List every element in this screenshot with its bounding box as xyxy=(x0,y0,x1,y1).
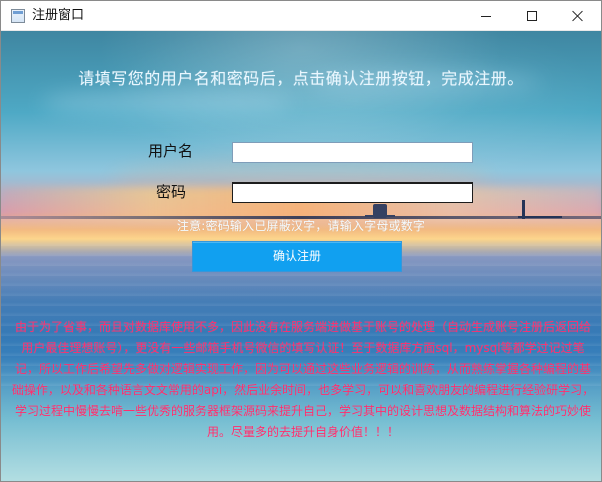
content-area: 请填写您的用户名和密码后，点击确认注册按钮，完成注册。 用户名 密码 注意:密码… xyxy=(1,31,601,481)
description-paragraph: 由于为了省事，而且对数据库使用不多，因此没有在服务端进做基于账号的处理（自动生成… xyxy=(11,320,595,439)
title-bar[interactable]: 注册窗口 xyxy=(1,1,601,31)
close-button[interactable] xyxy=(555,1,601,31)
password-label: 密码 xyxy=(156,183,187,201)
window-controls xyxy=(463,1,601,31)
window-title: 注册窗口 xyxy=(32,8,85,23)
registration-window: 注册窗口 请填写您的用户名和密码后，点击确认注册按钮，完成注册。 用户名 密码 xyxy=(0,0,602,482)
maximize-icon xyxy=(527,11,537,21)
minimize-icon xyxy=(481,16,491,17)
confirm-register-button[interactable]: 确认注册 xyxy=(192,241,402,272)
password-note: 注意:密码输入已屏蔽汉字，请输入字母或数字 xyxy=(176,219,426,233)
maximize-button[interactable] xyxy=(509,1,555,31)
pier-icon xyxy=(365,204,395,218)
username-label: 用户名 xyxy=(148,142,194,160)
window-app-icon xyxy=(11,9,25,23)
username-input[interactable] xyxy=(232,142,473,163)
password-input[interactable] xyxy=(232,182,473,203)
minimize-button[interactable] xyxy=(463,1,509,31)
form-heading: 请填写您的用户名和密码后，点击确认注册按钮，完成注册。 xyxy=(78,69,524,88)
close-icon xyxy=(572,10,584,22)
cloud-band-left xyxy=(41,89,291,117)
